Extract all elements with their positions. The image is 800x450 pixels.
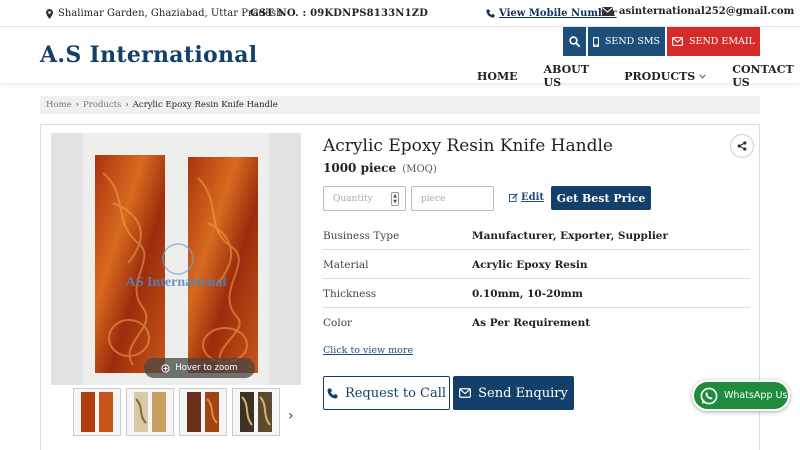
- spec-row: Material Acrylic Epoxy Resin: [323, 250, 750, 279]
- spec-value: 0.10mm, 10-20mm: [472, 288, 583, 300]
- thumbnail-3[interactable]: [179, 388, 227, 436]
- top-bar: Shalimar Garden, Ghaziabad, Uttar Prades…: [0, 0, 800, 27]
- share-icon: [737, 141, 747, 151]
- unit-placeholder: piece: [421, 193, 446, 204]
- image-watermark: AS International: [126, 275, 227, 290]
- spec-value: Manufacturer, Exporter, Supplier: [472, 230, 669, 242]
- get-best-price-button[interactable]: Get Best Price: [551, 186, 651, 210]
- product-card: AS International Hover to zoom › Acrylic…: [40, 124, 760, 450]
- edit-icon: [509, 193, 518, 202]
- envelope-outline-icon: [459, 388, 472, 398]
- spec-key: Business Type: [323, 230, 400, 242]
- hover-zoom-badge: Hover to zoom: [144, 358, 255, 378]
- nav-contact-us[interactable]: CONTACT US: [732, 63, 800, 89]
- send-enquiry-button[interactable]: Send Enquiry: [453, 376, 574, 410]
- hover-zoom-label: Hover to zoom: [175, 363, 238, 373]
- request-call-button[interactable]: Request to Call: [323, 376, 450, 410]
- nav-products-label: PRODUCTS: [624, 69, 696, 83]
- nav-home[interactable]: HOME: [477, 63, 518, 89]
- nav-about-us[interactable]: ABOUT US: [544, 63, 599, 89]
- moq: 1000 piece (MOQ): [323, 161, 437, 175]
- moq-label: (MOQ): [402, 164, 437, 175]
- send-sms-button[interactable]: SEND SMS: [588, 27, 665, 56]
- view-more-link[interactable]: Click to view more: [323, 345, 413, 356]
- email-contact[interactable]: asinternational252@gmail.com: [602, 6, 794, 17]
- chevron-right-icon[interactable]: ›: [288, 408, 294, 424]
- spec-row: Thickness 0.10mm, 10-20mm: [323, 279, 750, 308]
- product-photo: AS International: [83, 133, 269, 385]
- search-icon: [569, 36, 580, 47]
- phone-icon: [327, 388, 338, 398]
- company-logo[interactable]: A.S International: [40, 42, 257, 68]
- envelope-icon: [602, 7, 613, 16]
- breadcrumb-current: Acrylic Epoxy Resin Knife Handle: [132, 100, 278, 110]
- thumbnail-2[interactable]: [126, 388, 174, 436]
- breadcrumb: Home › Products › Acrylic Epoxy Resin Kn…: [40, 96, 760, 114]
- moq-value: 1000 piece: [323, 161, 397, 175]
- spec-key: Material: [323, 259, 369, 271]
- spec-row: Business Type Manufacturer, Exporter, Su…: [323, 221, 750, 250]
- thumbnail-1[interactable]: [73, 388, 121, 436]
- quantity-input[interactable]: Quantity ▲ ▼: [323, 186, 406, 211]
- share-button[interactable]: [730, 134, 754, 158]
- send-email-label: SEND EMAIL: [689, 36, 755, 47]
- search-button[interactable]: [563, 27, 586, 56]
- breadcrumb-home[interactable]: Home: [46, 100, 72, 110]
- map-marker-icon: [46, 8, 53, 19]
- thumbnail-4[interactable]: [232, 388, 280, 436]
- phone-icon: [486, 9, 495, 18]
- spec-key: Thickness: [323, 288, 377, 300]
- address: Shalimar Garden, Ghaziabad, Uttar Prades…: [46, 8, 283, 19]
- send-enquiry-label: Send Enquiry: [478, 385, 568, 401]
- send-sms-label: SEND SMS: [604, 36, 661, 47]
- mobile-phone-icon: [592, 36, 599, 47]
- edit-label: Edit: [521, 192, 545, 203]
- breadcrumb-products[interactable]: Products: [83, 100, 121, 110]
- zoom-icon: [161, 363, 170, 373]
- unit-input[interactable]: piece: [411, 186, 494, 211]
- spec-value: Acrylic Epoxy Resin: [472, 259, 588, 271]
- send-email-button[interactable]: SEND EMAIL: [667, 27, 760, 56]
- quantity-placeholder: Quantity: [333, 193, 373, 204]
- breadcrumb-separator: ›: [125, 100, 129, 110]
- spec-key: Color: [323, 317, 353, 329]
- address-text: Shalimar Garden, Ghaziabad, Uttar Prades…: [58, 8, 283, 19]
- envelope-outline-icon: [672, 37, 683, 46]
- request-call-label: Request to Call: [344, 385, 447, 401]
- email-text: asinternational252@gmail.com: [619, 6, 795, 17]
- view-mobile-link[interactable]: View Mobile Number: [486, 8, 617, 19]
- whatsapp-label: WhatsApp Us: [724, 390, 788, 401]
- whatsapp-icon: [700, 387, 718, 404]
- gst-number: GST NO. : 09KDNPS8133N1ZD: [250, 8, 429, 19]
- site-header: A.S International SEND SMS SEND EMAIL HO…: [0, 27, 800, 89]
- main-nav: HOME ABOUT US PRODUCTS CONTACT US: [477, 63, 800, 89]
- product-main-image[interactable]: AS International Hover to zoom: [51, 133, 301, 385]
- thumbnail-strip: [73, 388, 280, 436]
- view-mobile-label: View Mobile Number: [499, 8, 617, 19]
- edit-link[interactable]: Edit: [509, 192, 544, 203]
- spec-row: Color As Per Requirement: [323, 308, 750, 337]
- breadcrumb-separator: ›: [75, 100, 80, 110]
- nav-products[interactable]: PRODUCTS: [624, 63, 706, 89]
- chevron-down-icon: [699, 73, 706, 79]
- product-title: Acrylic Epoxy Resin Knife Handle: [323, 136, 613, 156]
- whatsapp-button[interactable]: WhatsApp Us: [692, 380, 790, 411]
- quantity-stepper[interactable]: ▲ ▼: [391, 192, 399, 206]
- spec-value: As Per Requirement: [472, 317, 591, 329]
